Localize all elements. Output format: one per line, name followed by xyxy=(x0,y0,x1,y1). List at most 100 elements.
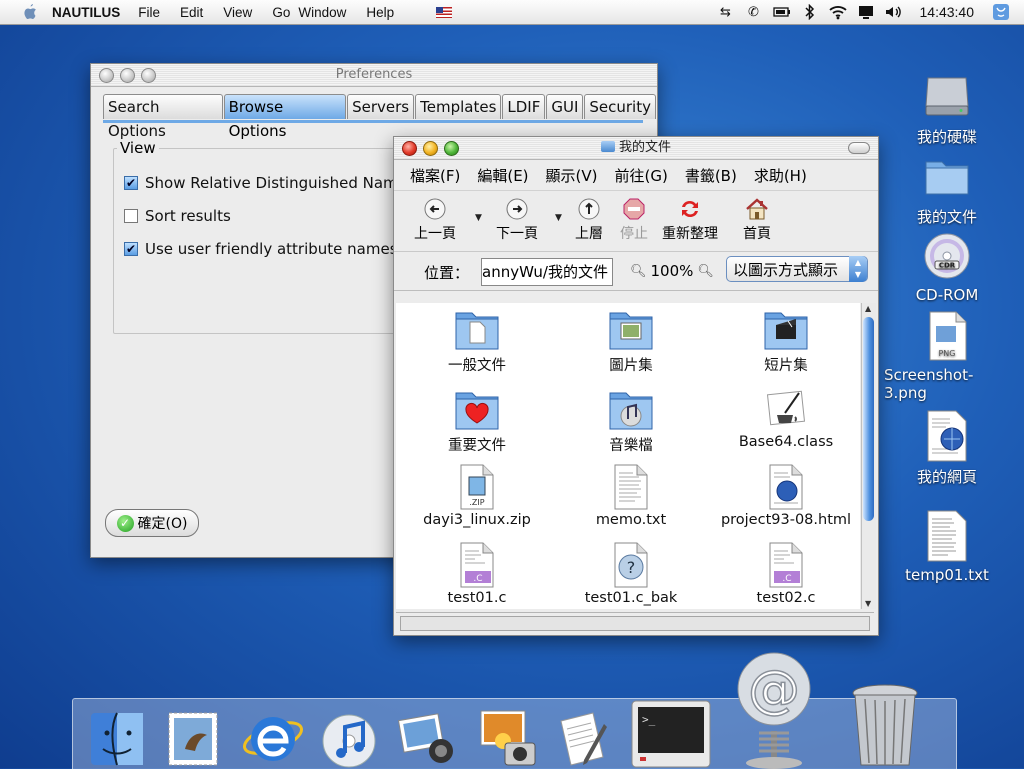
desktop-icon-documents[interactable]: 我的文件 xyxy=(892,148,1002,227)
close-icon[interactable] xyxy=(402,141,417,156)
tab-gui[interactable]: GUI xyxy=(546,94,584,119)
checkbox-unchecked-icon[interactable] xyxy=(124,209,138,223)
internet-explorer-icon[interactable] xyxy=(237,701,309,769)
trash-icon[interactable] xyxy=(845,679,925,769)
finder-help-icon[interactable] xyxy=(992,3,1010,21)
file-icon-view[interactable]: 一般文件 圖片集 短片集 重要文件 音樂檔 Base64.class .ZIP … xyxy=(396,303,860,609)
input-method-flag-icon[interactable] xyxy=(436,6,453,18)
iphoto-icon[interactable] xyxy=(393,703,461,769)
menu-go[interactable]: 前往(G) xyxy=(615,165,668,186)
menu-edit[interactable]: Edit xyxy=(180,5,203,20)
file-item[interactable]: .C test02.c xyxy=(711,541,860,606)
file-item[interactable]: memo.txt xyxy=(556,463,706,528)
zoom-out-icon[interactable]: 🔍︎ xyxy=(630,264,647,279)
desktop-icon-label: temp01.txt xyxy=(905,566,989,584)
tab-ldif[interactable]: LDIF xyxy=(502,94,546,119)
menu-help[interactable]: Help xyxy=(366,5,394,20)
image-capture-icon[interactable] xyxy=(473,703,541,769)
terminal-icon[interactable]: >_ xyxy=(629,697,713,769)
location-field[interactable]: annyWu/我的文件 xyxy=(481,258,613,286)
menu-edit[interactable]: 編輯(E) xyxy=(477,165,528,186)
view-mode-select[interactable]: 以圖示方式顯示 ▲ ▼ xyxy=(726,256,868,282)
menu-window[interactable]: Window xyxy=(298,5,346,20)
tab-search-options[interactable]: Search Options xyxy=(103,94,223,140)
tab-security[interactable]: Security xyxy=(584,94,656,119)
file-item[interactable]: .ZIP dayi3_linux.zip xyxy=(402,463,552,528)
desktop-icon-webpage[interactable]: 我的網頁 xyxy=(892,408,1002,487)
file-item[interactable]: project93-08.html xyxy=(711,463,860,528)
menu-view[interactable]: 顯示(V) xyxy=(546,165,598,186)
menu-go[interactable]: Go xyxy=(272,5,290,20)
close-icon[interactable] xyxy=(99,68,114,83)
file-label: project93-08.html xyxy=(720,512,852,528)
option-label: Use user friendly attribute names xyxy=(145,240,398,258)
volume-icon[interactable] xyxy=(884,3,904,21)
zoom-icon[interactable] xyxy=(141,68,156,83)
file-item[interactable]: 一般文件 xyxy=(402,305,552,375)
apple-menu-icon[interactable] xyxy=(18,3,42,21)
textedit-icon[interactable] xyxy=(551,705,617,769)
forward-history-chevron-icon[interactable]: ▼ xyxy=(555,213,562,223)
option-friendly-names[interactable]: ✔ Use user friendly attribute names xyxy=(124,240,398,258)
scroll-up-icon[interactable]: ▲ xyxy=(865,304,871,313)
zoom-icon[interactable] xyxy=(444,141,459,156)
wifi-icon[interactable] xyxy=(828,3,848,21)
file-item[interactable]: .C test01.c xyxy=(402,541,552,606)
mail-at-icon[interactable]: @ xyxy=(729,649,819,769)
zoom-level[interactable]: 100% xyxy=(651,262,694,280)
folder-icon xyxy=(919,148,975,204)
checkbox-checked-icon[interactable]: ✔ xyxy=(124,176,138,190)
menubar-clock[interactable]: 14:43:40 xyxy=(920,4,975,20)
menu-view[interactable]: View xyxy=(223,5,252,20)
battery-icon[interactable] xyxy=(772,3,792,21)
menu-file[interactable]: File xyxy=(138,5,160,20)
file-item[interactable]: Base64.class xyxy=(711,385,860,450)
hard-disk-icon xyxy=(919,68,975,124)
phone-icon[interactable]: ✆ xyxy=(744,3,764,21)
bluetooth-icon[interactable] xyxy=(800,3,820,21)
up-button[interactable]: 上層 xyxy=(575,197,603,243)
checkbox-checked-icon[interactable]: ✔ xyxy=(124,242,138,256)
file-item[interactable]: 重要文件 xyxy=(402,385,552,455)
sync-icon[interactable]: ⇆ xyxy=(716,3,736,21)
desktop-icon-temp[interactable]: temp01.txt xyxy=(892,508,1002,584)
minimize-icon[interactable] xyxy=(120,68,135,83)
back-history-chevron-icon[interactable]: ▼ xyxy=(475,213,482,223)
mail-stamp-icon[interactable] xyxy=(161,705,225,769)
tab-servers[interactable]: Servers xyxy=(347,94,415,119)
zoom-in-icon[interactable]: 🔍︎ xyxy=(697,264,714,279)
finder-icon[interactable] xyxy=(85,705,149,769)
home-button[interactable]: 首頁 xyxy=(743,197,771,243)
itunes-icon[interactable] xyxy=(317,705,381,769)
file-item[interactable]: ? test01.c_bak xyxy=(556,541,706,606)
reload-button[interactable]: 重新整理 xyxy=(662,197,718,243)
stop-button[interactable]: 停止 xyxy=(620,197,648,243)
desktop-icon-screenshot[interactable]: PNG Screenshot-3.png xyxy=(884,308,1010,402)
zip-badge: .ZIP xyxy=(469,498,484,507)
toolbar-toggle-icon[interactable] xyxy=(848,142,870,154)
option-sort-results[interactable]: Sort results xyxy=(124,207,231,225)
preferences-titlebar[interactable]: Preferences xyxy=(91,64,657,87)
desktop-icon-harddisk[interactable]: 我的硬碟 xyxy=(892,68,1002,147)
back-button[interactable]: 上一頁 xyxy=(414,197,456,243)
minimize-icon[interactable] xyxy=(423,141,438,156)
desktop-icon-cdrom[interactable]: CDR CD-ROM xyxy=(892,228,1002,304)
file-item[interactable]: 短片集 xyxy=(711,305,860,375)
menu-help[interactable]: 求助(H) xyxy=(754,165,807,186)
file-item[interactable]: 圖片集 xyxy=(556,305,706,375)
scroll-thumb[interactable] xyxy=(863,317,874,521)
menu-bookmarks[interactable]: 書籤(B) xyxy=(685,165,737,186)
scroll-down-icon[interactable]: ▼ xyxy=(865,599,871,608)
display-icon[interactable] xyxy=(856,3,876,21)
file-item[interactable]: 音樂檔 xyxy=(556,385,706,455)
tab-browse-options[interactable]: Browse Options xyxy=(223,94,347,140)
forward-button[interactable]: 下一頁 xyxy=(496,197,538,243)
tab-templates[interactable]: Templates xyxy=(415,94,502,119)
ok-button[interactable]: ✓ 確定(O) xyxy=(105,509,199,537)
app-menu[interactable]: NAUTILUS xyxy=(52,5,120,20)
file-browser-toolbar: 上一頁 ▼ 下一頁 ▼ 上層 停止 重新整理 首頁 xyxy=(394,191,878,252)
option-show-rdn[interactable]: ✔ Show Relative Distinguished Name xyxy=(124,174,407,192)
file-browser-titlebar[interactable]: 我的文件 xyxy=(394,137,878,160)
menu-file[interactable]: 檔案(F) xyxy=(410,165,460,186)
vertical-scrollbar[interactable]: ▲ ▼ xyxy=(861,303,876,609)
